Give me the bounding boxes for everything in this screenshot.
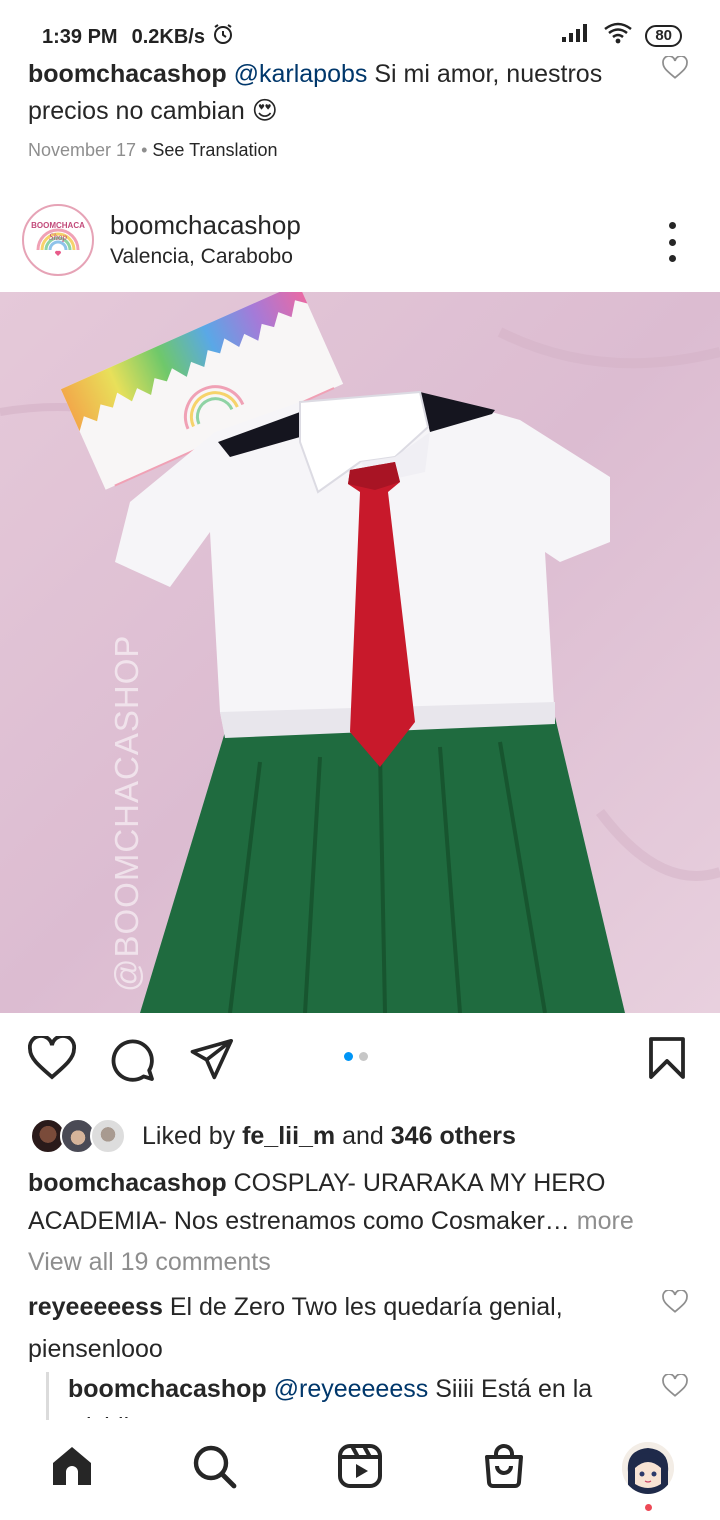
comment-meta: November 17 • See Translation [28, 140, 277, 161]
post-image[interactable]: @BOOMCHACASHOP [0, 292, 720, 1013]
image-watermark: @BOOMCHACASHOP [108, 634, 145, 992]
liker-username[interactable]: fe_lii_m [242, 1122, 335, 1150]
carousel-indicator [344, 1052, 368, 1061]
avatar [90, 1118, 126, 1154]
view-all-comments-link[interactable]: View all 19 comments [28, 1248, 271, 1277]
caption-more-link[interactable]: more [570, 1207, 634, 1235]
comment-mention[interactable]: @karlapobs [234, 60, 368, 88]
caption-username[interactable]: boomchacashop [28, 1169, 227, 1197]
post-location[interactable]: Valencia, Carabobo [110, 245, 293, 269]
comment: reyeeeeess El de Zero Two les quedaría g… [28, 1286, 638, 1370]
likes-middle: and [335, 1121, 391, 1150]
search-icon[interactable] [190, 1442, 238, 1495]
comment-date: November 17 [28, 140, 137, 160]
comment-username[interactable]: boomchacashop [28, 60, 227, 88]
post-actions [0, 1030, 720, 1094]
reply-thread-line [46, 1372, 49, 1420]
home-icon[interactable] [48, 1442, 96, 1495]
likes-count[interactable]: 346 others [391, 1122, 516, 1150]
carousel-dot [359, 1052, 368, 1061]
likes-prefix: Liked by [142, 1121, 243, 1150]
meta-separator: • [141, 140, 148, 160]
status-time: 1:39 PM [42, 25, 118, 48]
post-caption: boomchacashop COSPLAY- URARAKA MY HERO A… [28, 1164, 692, 1240]
logo-text: BOOMCHACA [31, 221, 85, 230]
heart-eyes-emoji: 😍 [251, 97, 278, 125]
more-options-icon[interactable] [660, 222, 684, 262]
battery-indicator: 80 [645, 24, 682, 47]
like-heart-icon[interactable] [27, 1034, 77, 1085]
bottom-navigation [0, 1420, 720, 1520]
comment-like-icon[interactable] [662, 1289, 688, 1319]
profile-avatar[interactable] [622, 1442, 674, 1494]
likes-row[interactable]: Liked by fe_lii_m and 346 others [30, 1114, 516, 1158]
shop-icon[interactable] [480, 1442, 528, 1495]
alarm-icon [211, 22, 235, 52]
status-speed: 0.2KB/s [131, 25, 205, 48]
post-author-avatar[interactable]: BOOMCHACA Shop [22, 204, 94, 276]
previous-comment: boomchacashop @karlapobs Si mi amor, nue… [28, 56, 658, 130]
logo-sub: Shop [49, 232, 68, 242]
notification-dot [645, 1504, 652, 1511]
post-username[interactable]: boomchacashop [110, 210, 301, 241]
carousel-dot-active [344, 1052, 353, 1061]
wifi-icon [603, 22, 633, 49]
comment-reply: boomchacashop @reyeeeeess Siiii Está en … [68, 1370, 648, 1418]
liker-avatars [30, 1116, 130, 1156]
signal-icon [561, 23, 591, 48]
reply-mention[interactable]: @reyeeeeess [274, 1375, 429, 1403]
reply-like-icon[interactable] [662, 1373, 688, 1403]
share-send-icon[interactable] [188, 1036, 236, 1087]
bookmark-icon[interactable] [646, 1036, 688, 1085]
post-header: BOOMCHACA Shop boomchacashop Valencia, C… [0, 200, 720, 284]
see-translation-link[interactable]: See Translation [152, 140, 277, 160]
comment-bubble-icon[interactable] [108, 1036, 156, 1089]
reels-icon[interactable] [336, 1442, 384, 1495]
comment-username[interactable]: reyeeeeess [28, 1293, 163, 1321]
reply-username[interactable]: boomchacashop [68, 1375, 267, 1403]
comment-like-icon[interactable] [662, 55, 688, 85]
